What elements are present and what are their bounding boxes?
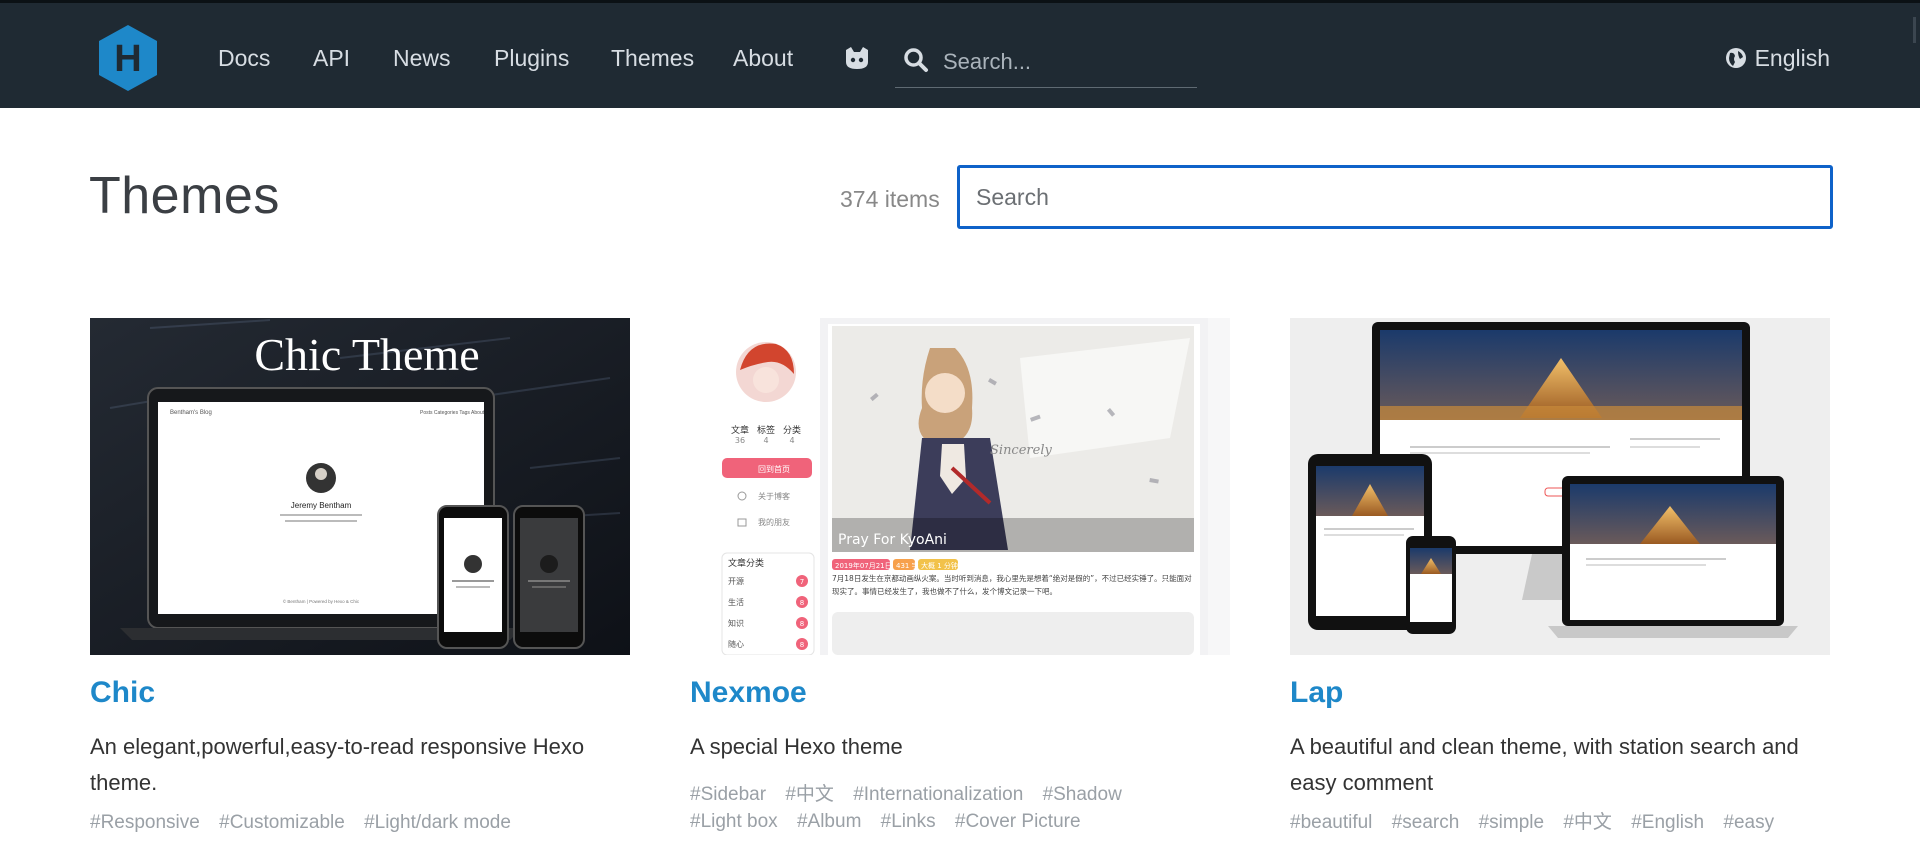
theme-tags-lap: #beautiful #search #simple #中文 #English … [1290, 809, 1830, 836]
tag-link[interactable]: #Album [797, 811, 861, 832]
chic-preview-image: Chic Theme Bentham's Blog Posts Categori… [90, 318, 630, 655]
svg-text:431 字: 431 字 [896, 561, 919, 570]
svg-text:Pray For KyoAni: Pray For KyoAni [838, 532, 947, 548]
svg-text:标签: 标签 [757, 424, 775, 436]
globe-icon [1725, 48, 1746, 68]
tag-link[interactable]: #Light/dark mode [364, 812, 511, 833]
theme-thumbnail-lap[interactable] [1290, 318, 1830, 655]
tag-link[interactable]: #Cover Picture [955, 811, 1081, 832]
svg-text:大概 1 分钟: 大概 1 分钟 [921, 561, 958, 570]
svg-text:Jeremy Bentham: Jeremy Bentham [291, 501, 352, 510]
nav-about[interactable]: About [733, 43, 793, 73]
nav-themes[interactable]: Themes [611, 43, 694, 73]
scrollbar-edge [1913, 17, 1916, 43]
nexmoe-preview-image: 文章 标签 分类 36 4 4 回到首页 关于博客 我的朋友 文章分类 开源 生… [690, 318, 1230, 655]
svg-text:36: 36 [735, 436, 745, 445]
theme-card-nexmoe: 文章 标签 分类 36 4 4 回到首页 关于博客 我的朋友 文章分类 开源 生… [690, 318, 1230, 835]
theme-tags-chic: #Responsive #Customizable #Light/dark mo… [90, 809, 630, 836]
svg-text:Chic Theme: Chic Theme [254, 329, 479, 380]
nav-plugins[interactable]: Plugins [494, 43, 569, 73]
svg-text:4: 4 [763, 436, 768, 445]
nav-docs[interactable]: Docs [218, 43, 270, 73]
hexo-logo-icon: H [99, 25, 157, 91]
svg-text:© Bentham | Powered by Hexo &: © Bentham | Powered by Hexo & Chic [283, 598, 360, 604]
svg-text:知识: 知识 [728, 618, 744, 628]
tag-link[interactable]: #Shadow [1043, 784, 1122, 805]
page-title: Themes [89, 167, 280, 225]
tag-link[interactable]: #Internationalization [853, 784, 1023, 805]
svg-text:文章分类: 文章分类 [728, 557, 764, 569]
theme-search-input[interactable] [957, 165, 1833, 229]
tag-link[interactable]: #easy [1723, 812, 1774, 833]
svg-text:随心: 随心 [728, 639, 744, 649]
site-search [895, 41, 1197, 88]
tag-link[interactable]: #Customizable [219, 812, 345, 833]
tag-link[interactable]: #中文 [785, 784, 834, 805]
tag-link[interactable]: #beautiful [1290, 812, 1372, 833]
svg-text:文章: 文章 [731, 424, 749, 436]
tag-link[interactable]: #中文 [1563, 812, 1612, 833]
theme-thumbnail-nexmoe[interactable]: 文章 标签 分类 36 4 4 回到首页 关于博客 我的朋友 文章分类 开源 生… [690, 318, 1230, 655]
github-icon [846, 47, 868, 69]
search-icon[interactable] [903, 47, 929, 73]
tag-link[interactable]: #English [1631, 812, 1704, 833]
tag-link[interactable]: #Responsive [90, 812, 200, 833]
svg-text:开源: 开源 [728, 577, 744, 586]
theme-card-lap: Lap A beautiful and clean theme, with st… [1290, 318, 1830, 836]
svg-text:8: 8 [800, 620, 804, 628]
language-selector[interactable]: English [1725, 43, 1830, 73]
theme-thumbnail-chic[interactable]: Chic Theme Bentham's Blog Posts Categori… [90, 318, 630, 655]
svg-text:Posts Categories Tags About: Posts Categories Tags About [420, 410, 485, 416]
tag-link[interactable]: #search [1392, 812, 1460, 833]
theme-name-nexmoe[interactable]: Nexmoe [690, 675, 1230, 711]
svg-text:我的朋友: 我的朋友 [758, 517, 790, 527]
items-count: 374 items [840, 186, 940, 212]
theme-card-chic: Chic Theme Bentham's Blog Posts Categori… [90, 318, 630, 836]
theme-name-chic[interactable]: Chic [90, 675, 630, 711]
svg-text:4: 4 [789, 436, 794, 445]
theme-description-nexmoe: A special Hexo theme [690, 734, 903, 759]
svg-text:H: H [114, 38, 141, 80]
svg-text:生活: 生活 [728, 597, 744, 607]
theme-name-lap[interactable]: Lap [1290, 675, 1830, 711]
top-navigation-bar: H Docs API News Plugins Themes About Eng… [0, 0, 1920, 108]
svg-text:2019年07月21日: 2019年07月21日 [835, 561, 892, 570]
tag-link[interactable]: #Sidebar [690, 784, 766, 805]
tag-link[interactable]: #Light box [690, 811, 778, 832]
svg-text:8: 8 [800, 599, 804, 607]
svg-text:回到首页: 回到首页 [758, 464, 790, 474]
theme-tags-nexmoe: #Sidebar #中文 #Internationalization #Shad… [690, 781, 1230, 835]
svg-text:8: 8 [800, 641, 804, 649]
svg-text:7: 7 [800, 578, 804, 586]
svg-text:分类: 分类 [783, 424, 801, 436]
language-label: English [1754, 45, 1830, 71]
post-excerpt: 7月18日发生在京都动画纵火案。当时听到消息，我心里先是想着“绝对是假的”，不过… [832, 574, 1192, 596]
theme-description-lap: A beautiful and clean theme, with statio… [1290, 734, 1799, 795]
lap-preview-image [1290, 318, 1830, 655]
site-search-input[interactable] [941, 43, 1195, 81]
tag-link[interactable]: #Links [881, 811, 936, 832]
svg-text:Sincerely: Sincerely [990, 443, 1052, 458]
tag-link[interactable]: #simple [1479, 812, 1544, 833]
svg-text:关于博客: 关于博客 [758, 491, 790, 501]
nav-api[interactable]: API [313, 43, 350, 73]
theme-description-chic: An elegant,powerful,easy-to-read respons… [90, 734, 585, 795]
svg-text:Bentham's Blog: Bentham's Blog [170, 410, 212, 416]
nav-news[interactable]: News [393, 43, 451, 73]
